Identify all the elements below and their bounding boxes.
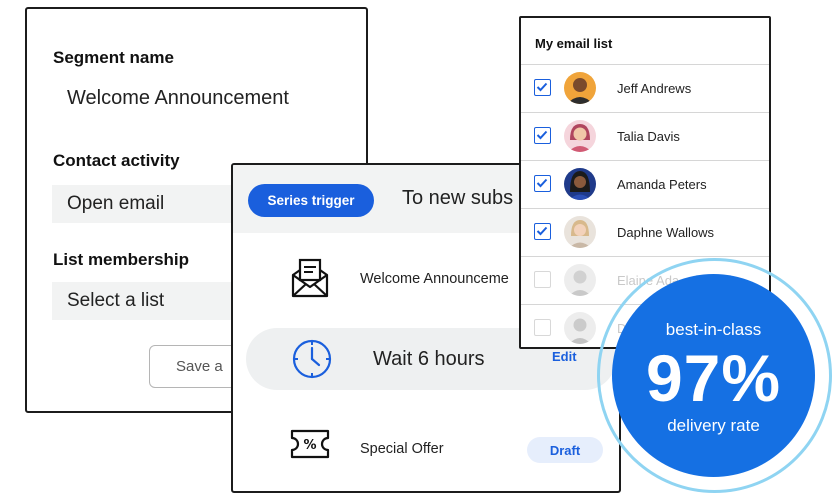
contact-checkbox[interactable] [534, 127, 551, 144]
list-membership-label: List membership [53, 250, 190, 269]
draft-status-badge: Draft [527, 437, 603, 463]
step-special-offer-label[interactable]: Special Offer [360, 441, 444, 457]
contact-name: Amanda Peters [617, 177, 707, 192]
contact-row[interactable]: Jeff Andrews [521, 64, 769, 112]
svg-text:%: % [303, 438, 316, 453]
avatar [564, 72, 596, 104]
contact-checkbox[interactable] [534, 175, 551, 192]
save-button-label: Save a [176, 358, 223, 375]
badge-bottom-text: delivery rate [667, 416, 760, 435]
envelope-icon [289, 257, 331, 304]
contact-checkbox[interactable] [534, 271, 551, 288]
contact-row[interactable]: Daphne Wallows [521, 208, 769, 256]
badge-top-text: best-in-class [665, 320, 762, 339]
series-header-text: To new subs [402, 187, 514, 209]
badge-value: 97% [645, 341, 782, 415]
contact-name: Daphne Wallows [617, 225, 715, 240]
contact-activity-label: Contact activity [53, 151, 180, 170]
avatar [564, 264, 596, 296]
email-list-title: My email list [535, 36, 613, 51]
contact-name: Talia Davis [617, 129, 680, 144]
list-membership-placeholder: Select a list [67, 290, 165, 311]
avatar [564, 312, 596, 344]
series-trigger-label: Series trigger [267, 193, 355, 208]
clock-icon [291, 338, 333, 385]
edit-link[interactable]: Edit [552, 349, 577, 364]
coupon-icon: % [290, 429, 330, 464]
contact-row[interactable]: Talia Davis [521, 112, 769, 160]
segment-name-value[interactable]: Welcome Announcement [67, 87, 289, 110]
step-welcome-label[interactable]: Welcome Announceme [360, 271, 509, 287]
avatar [564, 168, 596, 200]
delivery-rate-badge: best-in-class 97% delivery rate [612, 274, 815, 477]
series-trigger-pill[interactable]: Series trigger [248, 184, 374, 217]
segment-name-label: Segment name [53, 48, 174, 67]
wait-step-label: Wait 6 hours [373, 348, 485, 370]
avatar [564, 120, 596, 152]
avatar [564, 216, 596, 248]
contact-checkbox[interactable] [534, 223, 551, 240]
draft-status-label: Draft [549, 442, 581, 458]
contact-name: Jeff Andrews [617, 81, 692, 96]
contact-activity-value: Open email [67, 193, 165, 214]
contact-checkbox[interactable] [534, 79, 551, 96]
contact-row[interactable]: Amanda Peters [521, 160, 769, 208]
contact-checkbox[interactable] [534, 319, 551, 336]
